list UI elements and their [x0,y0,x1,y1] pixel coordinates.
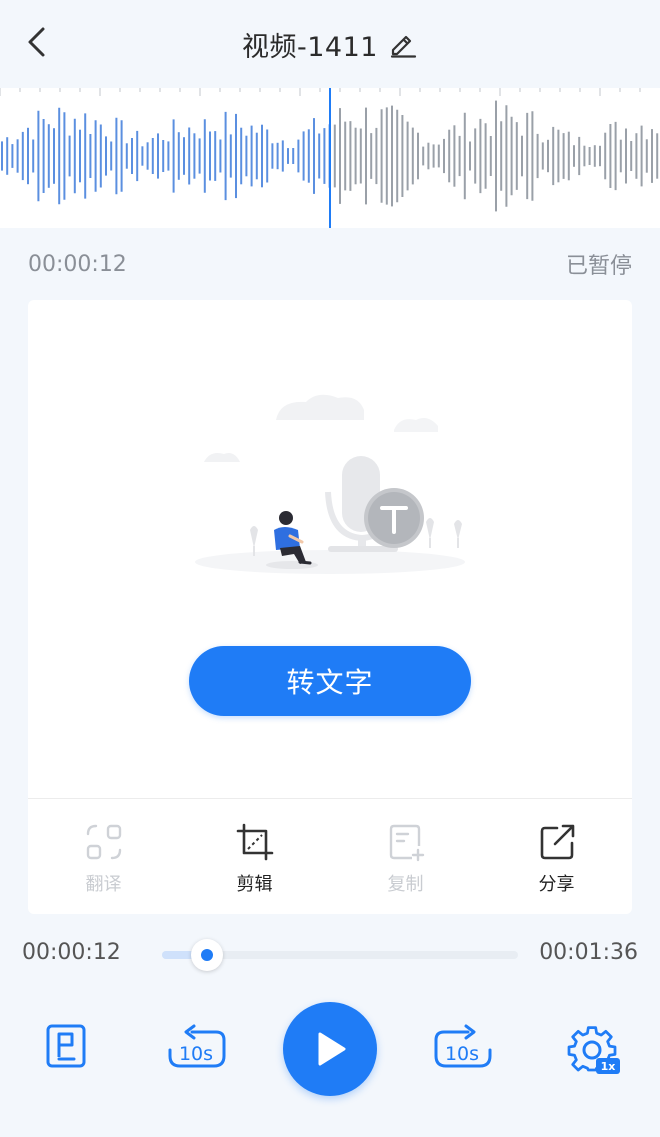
bookmark-button[interactable] [42,1022,90,1070]
current-time: 00:00:12 [22,940,121,965]
playback-state: 已暂停 [565,254,632,279]
total-time: 00:01:36 [539,940,638,965]
page-title: 视频-1411 [242,31,378,63]
copy-button[interactable]: 复制 [330,822,481,902]
share-label: 分享 [538,874,575,895]
playback-settings-button[interactable]: 1x [566,1024,622,1076]
transcript-card: 转文字 翻译 剪辑 复制 分享 [28,300,632,914]
audio-waveform[interactable] [0,88,660,228]
convert-to-text-button[interactable]: 转文字 [189,646,471,716]
action-bar: 翻译 剪辑 复制 分享 [28,822,632,902]
crop-button[interactable]: 剪辑 [179,822,330,902]
seek-thumb[interactable] [190,939,223,971]
forward-icon: 10s [434,1024,492,1068]
translate-label: 翻译 [85,874,122,895]
speed-badge: 1x [601,1060,616,1073]
crop-icon [236,823,273,861]
copy-label: 复制 [387,874,424,895]
forward-10s-button[interactable]: 10s [430,1024,494,1072]
empty-transcript-illustration [195,394,465,574]
progress-row: 00:00:12 00:01:36 [22,936,638,972]
rewind-icon: 10s [168,1024,226,1068]
flag-mark-icon [46,1024,86,1068]
title-area: 视频-1411 [0,22,660,66]
play-button[interactable] [283,1002,377,1096]
seek-bar[interactable] [162,939,518,971]
translate-icon [86,824,121,860]
crop-label: 剪辑 [236,874,273,895]
play-icon [318,1032,346,1066]
playback-controls: 10s 10s 1x [0,1000,660,1096]
translate-button[interactable]: 翻译 [28,822,179,902]
forward-label: 10s [445,1043,479,1065]
top-bar: 视频-1411 [0,0,660,88]
copy-icon [389,824,424,862]
pencil-icon[interactable] [388,29,418,59]
divider [28,798,632,799]
elapsed-time: 00:00:12 [28,251,127,277]
gear-icon: 1x [567,1026,620,1074]
rewind-10s-button[interactable]: 10s [166,1024,230,1072]
share-button[interactable]: 分享 [481,822,632,902]
share-icon [540,824,574,860]
waveform-graphic [0,88,659,228]
status-row: 00:00:12 已暂停 [28,248,632,280]
rewind-label: 10s [179,1043,213,1065]
